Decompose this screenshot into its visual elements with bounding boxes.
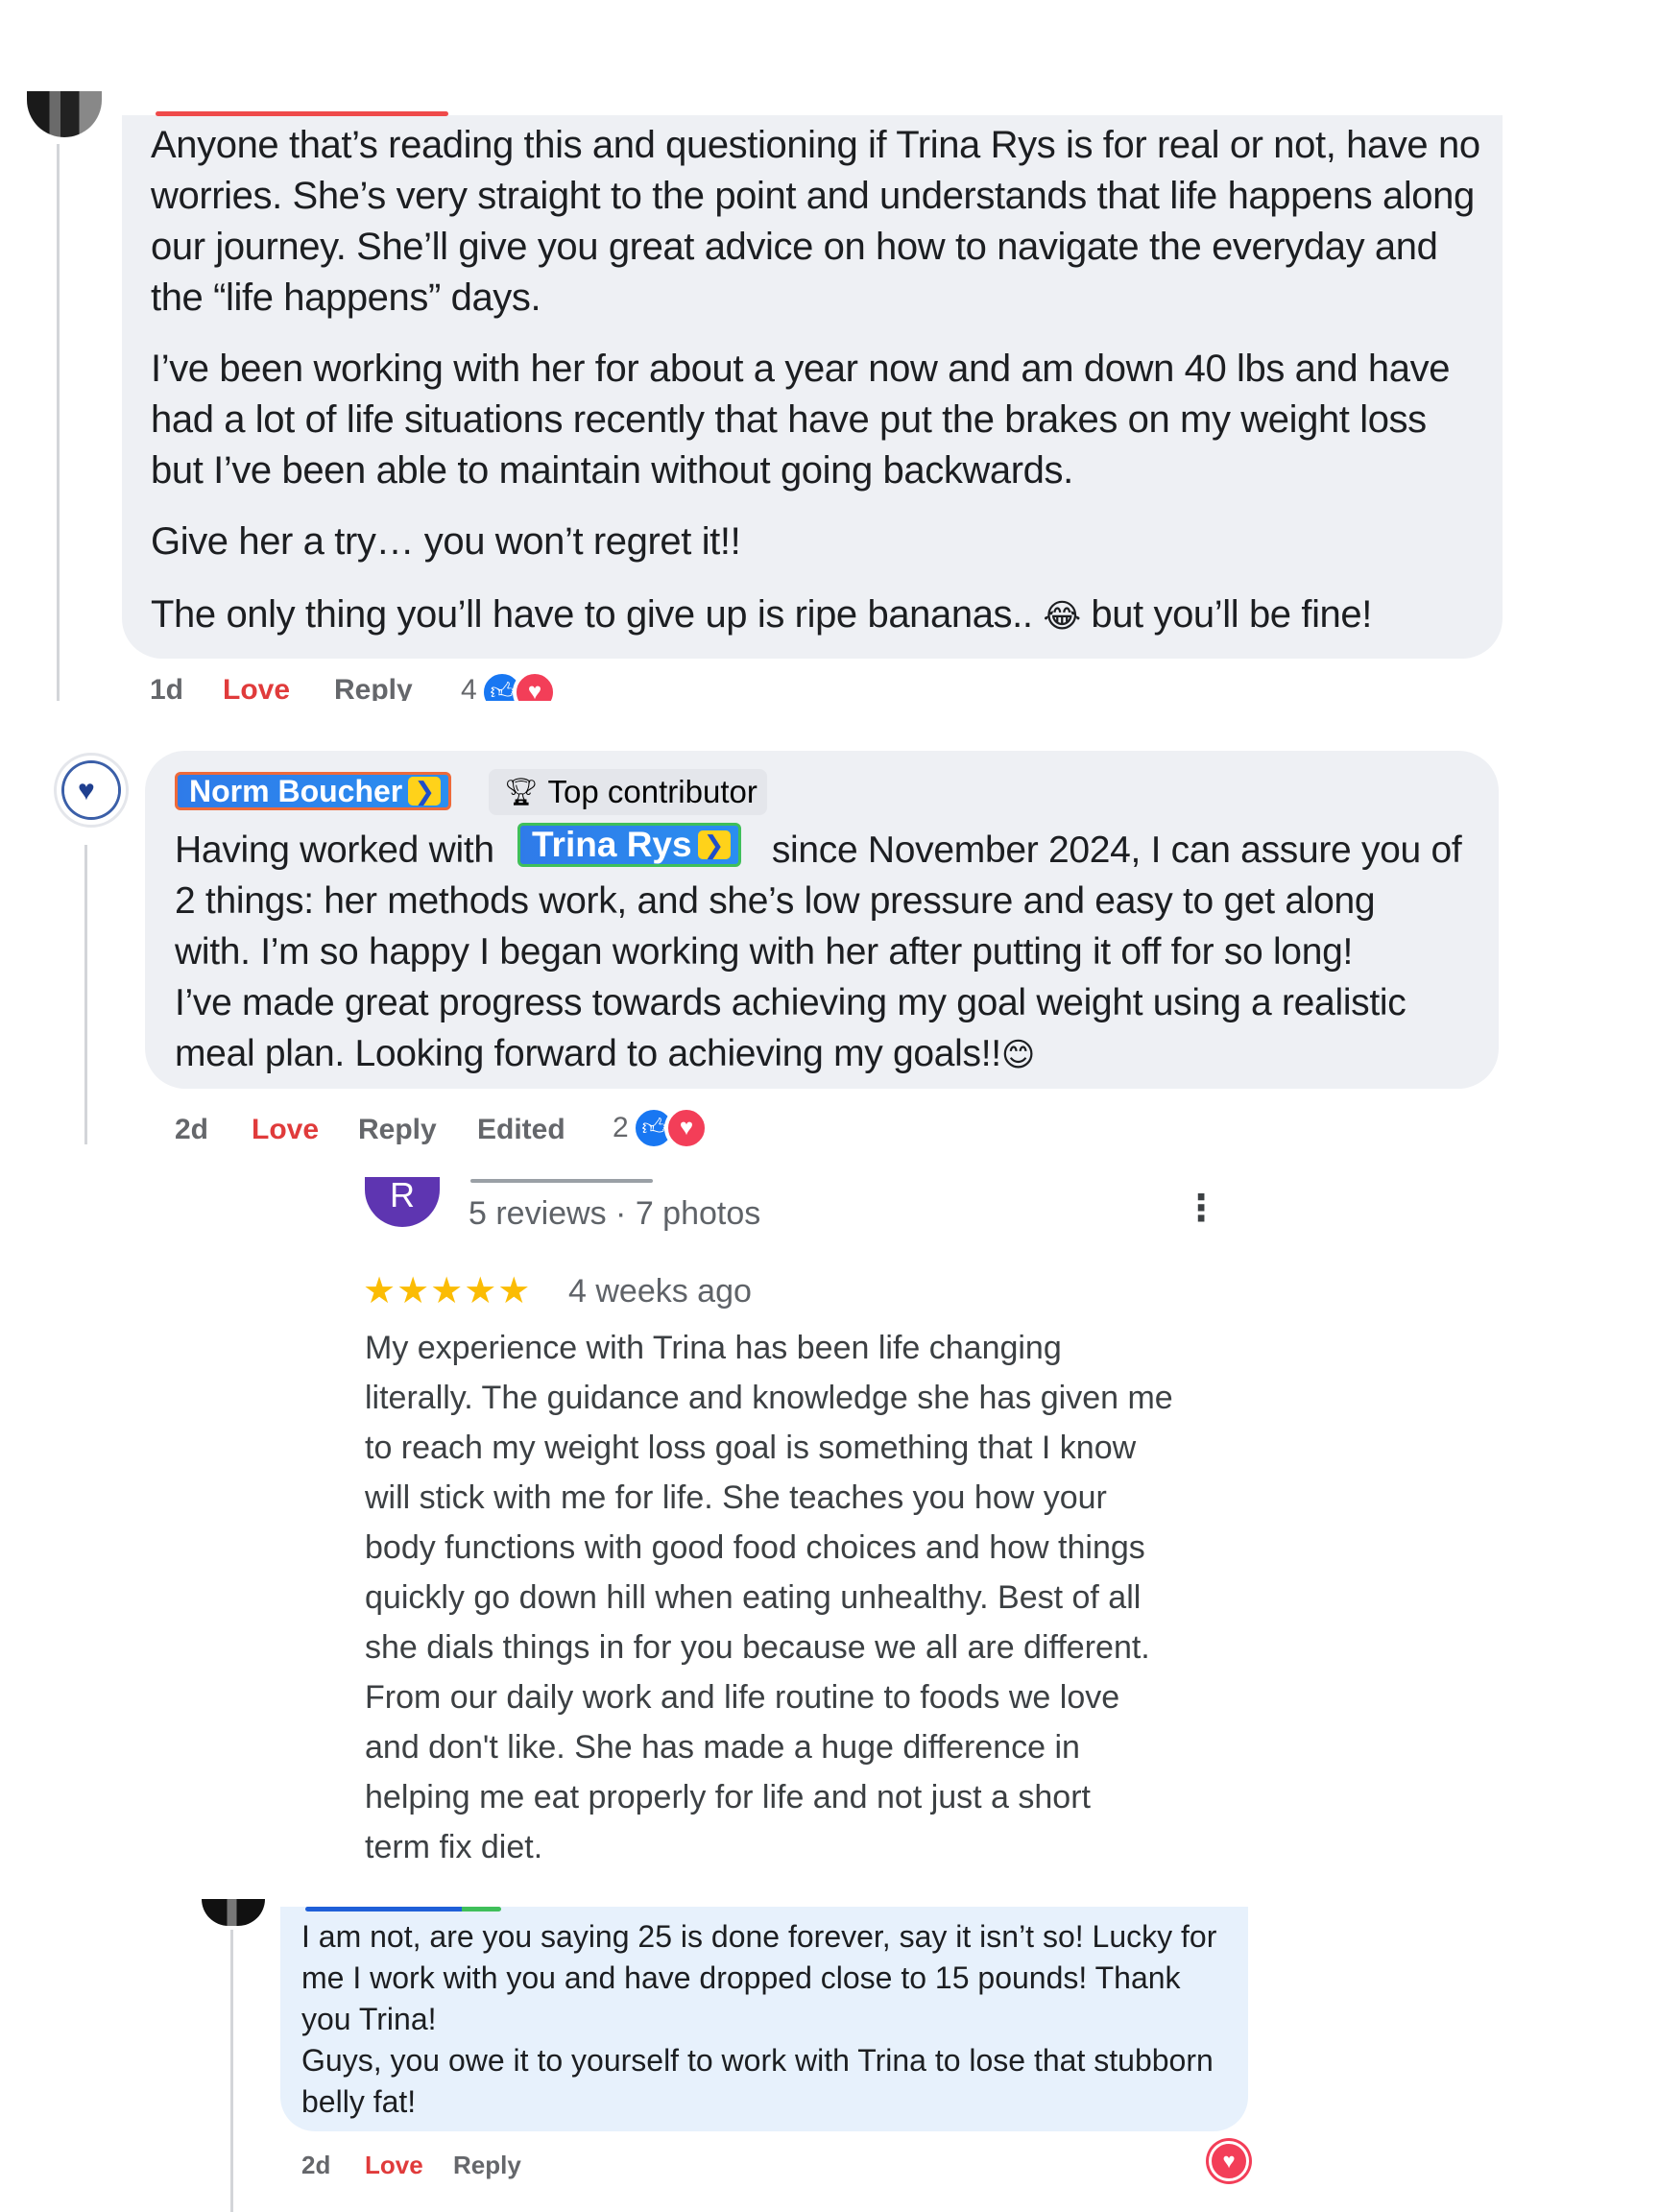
comment-line: 2 things: her methods work, and she’s lo…: [175, 880, 1376, 922]
review-line: will stick with me for life. She teaches…: [365, 1479, 1107, 1516]
reply-line: you Trina!: [301, 2002, 437, 2036]
love-reaction-button[interactable]: Love: [252, 1114, 319, 1146]
comment-text: meal plan. Looking forward to achieving …: [175, 1033, 1001, 1074]
reviewer-avatar[interactable]: R: [365, 1177, 440, 1227]
reaction-count[interactable]: 4: [461, 674, 477, 701]
review-line: From our daily work and life routine to …: [365, 1679, 1120, 1716]
comment-actions: 1d Love Reply 4 👍︎ ♥: [144, 668, 605, 701]
commenter-name: Norm Boucher: [189, 773, 403, 808]
reply-line: belly fat!: [301, 2084, 417, 2119]
comment-line: meal plan. Looking forward to achieving …: [175, 1028, 1480, 1081]
comment-timestamp[interactable]: 2d: [301, 2151, 330, 2180]
comment-text: but you’ll be fine!: [1091, 593, 1372, 636]
review-line: body functions with good food choices an…: [365, 1529, 1145, 1566]
badge-label: Top contributor: [547, 774, 757, 809]
love-reaction-button[interactable]: Love: [223, 674, 290, 701]
top-contributor-badge[interactable]: 🏆︎ Top contributor: [489, 769, 767, 815]
mention-link[interactable]: Trina Rys ❯: [517, 823, 741, 867]
review-line: helping me eat properly for life and not…: [365, 1779, 1091, 1815]
review-line: to reach my weight loss goal is somethin…: [365, 1430, 1137, 1466]
commenter-name-link[interactable]: Norm Boucher ❯: [175, 772, 452, 810]
commenter-name-cropped[interactable]: [156, 111, 448, 116]
edited-label[interactable]: Edited: [477, 1114, 565, 1146]
comment-actions: 2d Love Reply Edited 2 👍︎ ♥: [175, 1106, 943, 1154]
love-reaction-button[interactable]: Love: [365, 2151, 423, 2180]
comment-text: Having worked with: [175, 830, 494, 871]
comment-paragraph: Anyone that’s reading this and questioni…: [151, 124, 1480, 319]
thread-line: [230, 1930, 233, 2212]
smile-emoji-icon: 😊: [1000, 1037, 1035, 1073]
comment-text: The only thing you’ll have to give up is…: [151, 593, 1033, 636]
star-rating: ★★★★★: [363, 1271, 532, 1311]
commenter-avatar[interactable]: ♥: [54, 753, 129, 828]
comment-paragraph: The only thing you’ll have to give up is…: [151, 589, 1485, 642]
mention-name: Trina Rys: [532, 825, 692, 864]
review-line: term fix diet.: [365, 1829, 543, 1865]
reply-body: I am not, are you saying 25 is done fore…: [301, 1916, 1233, 2123]
commenter-avatar[interactable]: [202, 1899, 265, 1926]
chevron-right-icon: ❯: [697, 830, 731, 859]
reply-button[interactable]: Reply: [453, 2151, 521, 2180]
review-body: My experience with Trina has been life c…: [365, 1323, 1229, 1872]
reply-line: Guys, you owe it to yourself to work wit…: [301, 2043, 1214, 2078]
reaction-count[interactable]: 2: [613, 1112, 629, 1144]
heart-icon[interactable]: ♥: [1209, 2141, 1249, 2181]
laughing-emoji-icon: 😂: [1043, 598, 1081, 635]
comment-line: with. I’m so happy I began working with …: [175, 931, 1354, 973]
review-line: My experience with Trina has been life c…: [365, 1330, 1062, 1366]
commenter-name-cropped[interactable]: [305, 1907, 501, 1911]
reviewer-meta[interactable]: 5 reviews · 7 photos: [469, 1195, 760, 1233]
commenter-avatar[interactable]: [27, 91, 102, 137]
comment-timestamp[interactable]: 2d: [175, 1114, 208, 1146]
more-options-icon[interactable]: ⋮: [1183, 1187, 1219, 1230]
chevron-right-icon: ❯: [408, 777, 442, 805]
review-line: she dials things in for you because we a…: [365, 1629, 1150, 1666]
comment-timestamp[interactable]: 1d: [150, 674, 183, 701]
review-line: literally. The guidance and knowledge sh…: [365, 1380, 1173, 1416]
heart-icon: ♥: [664, 1106, 709, 1150]
heart-icon: ♥: [78, 775, 95, 806]
heart-icon: ♥: [513, 670, 557, 701]
comment-line: Having worked with since November 2024, …: [175, 825, 1480, 876]
trophy-icon: 🏆︎: [504, 777, 539, 806]
thread-line: [57, 144, 60, 701]
review-line: and don't like. She has made a huge diff…: [365, 1729, 1080, 1766]
reviewer-name-cropped[interactable]: [470, 1179, 653, 1183]
comment-line: I’ve made great progress towards achievi…: [175, 982, 1407, 1023]
review-line: quickly go down hill when eating unhealt…: [365, 1579, 1142, 1616]
reply-button[interactable]: Reply: [334, 674, 413, 701]
review-date: 4 weeks ago: [568, 1273, 752, 1310]
reply-line: I am not, are you saying 25 is done fore…: [301, 1919, 1217, 1954]
reply-button[interactable]: Reply: [358, 1114, 437, 1146]
comment-text: since November 2024, I can assure you of: [771, 830, 1462, 871]
comment-paragraph: I’ve been working with her for about a y…: [151, 348, 1451, 492]
thread-line: [84, 845, 87, 1144]
reply-line: me I work with you and have dropped clos…: [301, 1960, 1181, 1995]
comment-paragraph: Give her a try… you won’t regret it!!: [151, 520, 741, 563]
comment-actions: 2d Love Reply: [301, 2147, 878, 2185]
